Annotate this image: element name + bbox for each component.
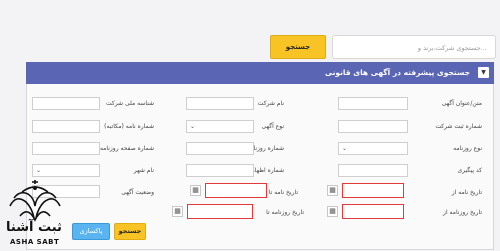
reg-no-input[interactable] [338,120,408,133]
label-company-name: نام شرکت [257,100,284,107]
label-reg-no: شماره ثبت شرکت [435,123,482,130]
label-national-id: شناسه ملی شرکت [105,100,154,107]
watermark-brand-en: ASHA SABT [10,238,60,246]
calendar-icon[interactable]: ▦ [172,206,183,217]
advanced-search-panel [26,62,494,250]
newspaper-date-from-input[interactable] [342,204,404,219]
declaration-no-input[interactable] [186,164,254,177]
letter-date-from-input[interactable] [342,183,404,198]
calendar-icon[interactable]: ▦ [327,206,338,217]
newspaper-no-input[interactable] [186,142,254,155]
label-ad-type: نوع آگهی [261,123,284,130]
national-id-input[interactable] [32,97,100,110]
label-letter-date-from: تاریخ نامه از [451,189,482,196]
label-letter-no: شماره نامه (مکاتبه) [104,123,154,130]
label-newspaper-date-from: تاریخ روزنامه از [443,209,482,216]
letter-date-to-input[interactable] [205,183,267,198]
label-city: نام شهر [133,167,154,174]
newspaper-type-select[interactable]: ⌄ [338,142,408,155]
crown-emblem-icon [9,180,61,222]
caret-down-icon[interactable]: ▼ [478,67,489,78]
panel-title: جستجوی پیشرفته در آگهی های قانونی [324,68,470,77]
label-tracking-code: کد پیگیری [457,167,482,174]
label-ad-status: وضعیت آگهی [121,189,154,196]
label-newspaper-type: نوع روزنامه [453,145,482,152]
search-placeholder: جستجوی شرکت،برند و... [417,44,487,52]
ad-type-select[interactable]: ⌄ [186,120,254,133]
title-input[interactable] [338,97,408,110]
top-search-input[interactable]: جستجوی شرکت،برند و... [332,35,496,59]
letter-no-input[interactable] [32,120,100,133]
newspaper-page-input[interactable] [32,142,100,155]
top-search-button[interactable]: جستجو [270,35,326,59]
label-letter-date-to: تاریخ نامه تا [268,189,298,196]
chevron-down-icon: ⌄ [342,145,348,152]
label-newspaper-page: شماره صفحه روزنامه [99,145,154,152]
watermark-brand-fa: ثبت آشنا [6,220,62,235]
calendar-icon[interactable]: ▦ [190,185,201,196]
chevron-down-icon: ⌄ [190,123,196,130]
label-title: متن/عنوان آگهی [441,100,482,107]
newspaper-date-to-input[interactable] [187,204,253,219]
search-button[interactable]: جستجو [114,223,146,240]
watermark-logo: ثبت آشنا ASHA SABT [0,176,70,251]
tracking-code-input[interactable] [338,164,408,177]
label-newspaper-date-to: تاریخ روزنامه تا [266,209,304,216]
calendar-icon[interactable]: ▦ [327,185,338,196]
clear-button[interactable]: پاکسازی [72,223,110,240]
panel-header[interactable]: جستجوی پیشرفته در آگهی های قانونی ▼ [26,62,494,84]
company-name-input[interactable] [186,97,254,110]
